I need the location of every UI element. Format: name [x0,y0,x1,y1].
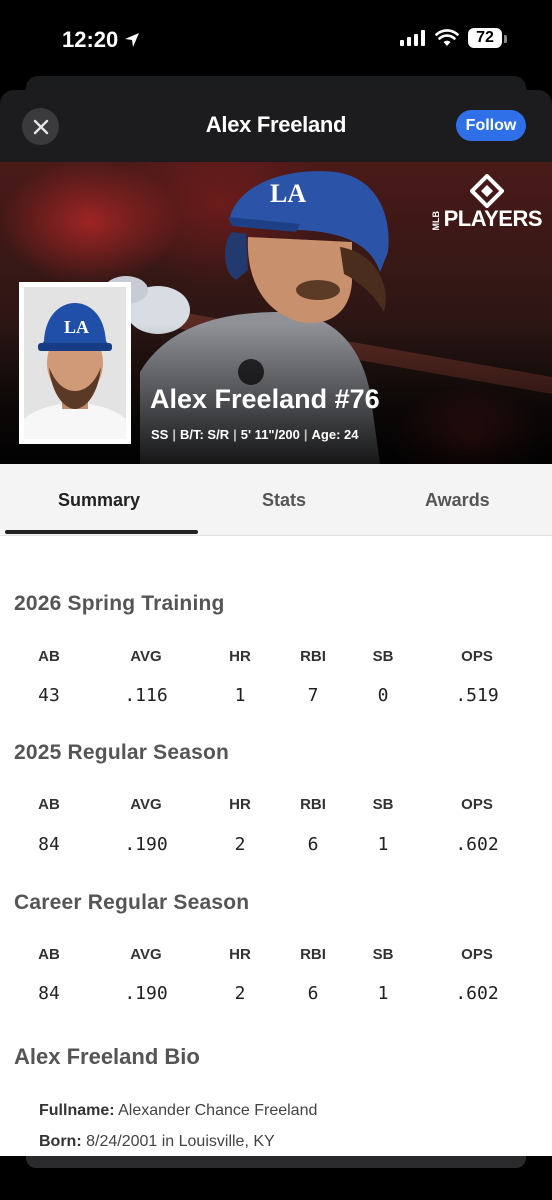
stat-value-rbi: 6 [307,834,319,855]
stat-header-sb: SB [372,796,394,813]
cellular-signal-icon [400,30,425,46]
stat-value-rbi: 6 [307,983,319,1004]
mlb-players-logo: MLB PLAYERS [430,174,543,231]
bio-born-row: Born: 8/24/2001 in Louisville, KY [39,1133,275,1151]
stat-value-ab: 43 [38,685,60,706]
stat-header-ab: AB [38,796,60,813]
player-hero-banner: LA MLB PLAYERS LA Alex Freeland #76 SS |… [0,162,552,464]
section-title-regular-season: 2025 Regular Season [14,741,230,764]
player-position: SS [151,427,169,442]
stat-header-avg: AVG [130,946,162,963]
stat-value-hr: 2 [234,983,246,1004]
status-time-text: 12:20 [62,27,119,52]
tab-stats[interactable]: Stats [262,490,306,511]
player-meta: SS | B/T: S/R | 5' 11"/200 | Age: 24 [151,427,359,442]
player-height-weight: 5' 11"/200 [240,427,300,442]
stat-header-avg: AVG [130,648,162,665]
stat-header-rbi: RBI [300,648,326,665]
stat-header-ops: OPS [461,648,493,665]
status-icons: 72 [400,28,507,48]
stat-value-avg: .190 [124,834,168,855]
battery-indicator: 72 [468,28,507,48]
player-headshot: LA [19,282,131,444]
stat-value-hr: 1 [234,685,246,706]
stat-header-hr: HR [229,648,251,665]
logo-players-text: PLAYERS [443,206,543,231]
stat-header-hr: HR [229,796,251,813]
bio-fullname-label: Fullname: [39,1102,115,1119]
bio-born-value: 8/24/2001 in Louisville, KY [86,1133,275,1150]
stat-header-hr: HR [229,946,251,963]
tab-bar: Summary Stats Awards [0,464,552,536]
stat-value-rbi: 7 [307,685,319,706]
stat-header-sb: SB [372,946,394,963]
headshot-photo: LA [24,287,126,439]
meta-divider: | [233,427,237,442]
modal-header: Alex Freeland Follow [0,90,552,162]
active-tab-indicator [5,530,198,534]
wifi-icon [435,29,459,46]
meta-divider: | [303,427,308,442]
stat-header-ab: AB [38,946,60,963]
stat-value-sb: 1 [377,834,389,855]
section-title-spring-training: 2026 Spring Training [14,592,225,615]
stat-value-sb: 0 [377,685,389,706]
status-time: 12:20 [62,27,140,53]
logo-mlb-text: MLB [430,210,441,231]
player-age: Age: 24 [311,427,359,442]
svg-text:LA: LA [270,179,306,208]
stat-header-rbi: RBI [300,946,326,963]
sheet-bottom-edge [26,1156,526,1168]
stat-header-avg: AVG [130,796,162,813]
bio-title: Alex Freeland Bio [14,1044,200,1069]
stat-value-ops: .519 [455,685,499,706]
section-title-career: Career Regular Season [14,891,250,914]
stat-value-ops: .602 [455,983,499,1004]
tab-awards[interactable]: Awards [425,490,490,511]
bio-born-label: Born: [39,1133,82,1150]
mlbpa-diamond-icon [469,174,504,208]
tab-summary[interactable]: Summary [58,490,140,511]
meta-divider: | [172,427,176,442]
stat-header-sb: SB [372,648,394,665]
stat-value-avg: .116 [124,685,168,706]
stat-header-ops: OPS [461,946,493,963]
stat-value-hr: 2 [234,834,246,855]
summary-content: 2026 Spring Training AB AVG HR RBI SB OP… [0,536,552,1156]
player-bats-throws: B/T: S/R [179,427,230,442]
stat-header-ops: OPS [461,796,493,813]
follow-button[interactable]: Follow [456,110,526,141]
stat-value-sb: 1 [377,983,389,1004]
stat-header-rbi: RBI [300,796,326,813]
bio-fullname-value: Alexander Chance Freeland [118,1102,318,1119]
stat-value-ab: 84 [38,834,60,855]
status-bar: 12:20 72 [0,0,552,80]
stat-value-ops: .602 [455,834,499,855]
svg-text:LA: LA [64,317,89,337]
stat-header-ab: AB [38,648,60,665]
bio-fullname-row: Fullname: Alexander Chance Freeland [39,1102,317,1120]
player-name-number: Alex Freeland #76 [150,384,380,414]
stat-value-avg: .190 [124,983,168,1004]
location-arrow-icon [125,33,140,47]
stat-value-ab: 84 [38,983,60,1004]
